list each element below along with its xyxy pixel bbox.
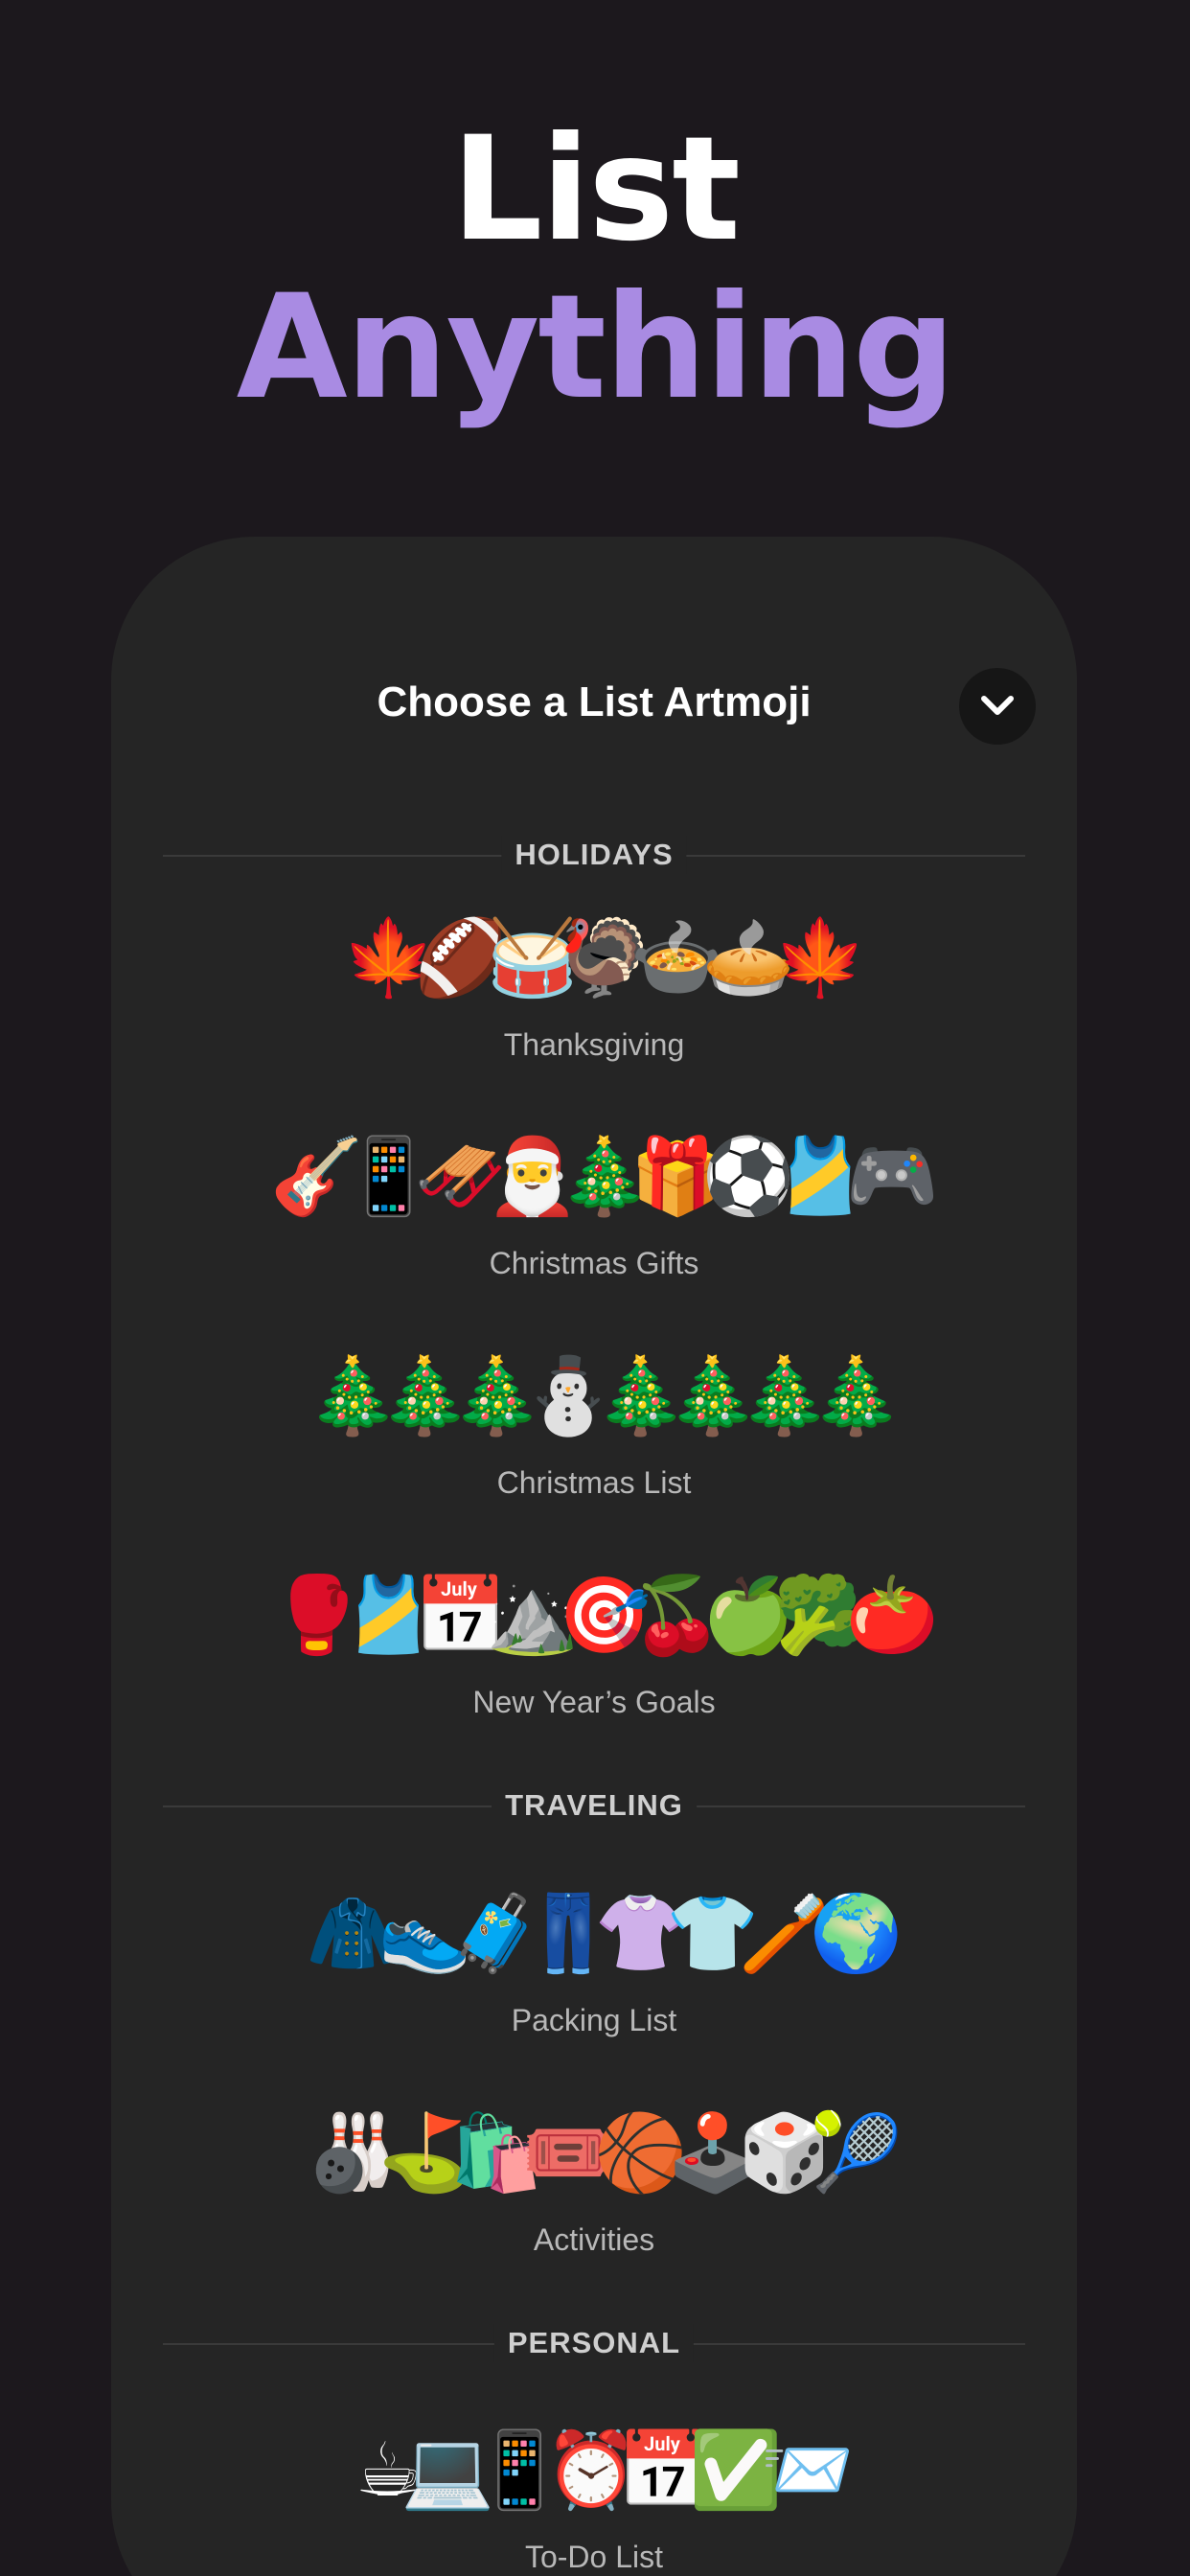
- item-label: New Year’s Goals: [472, 1685, 716, 1719]
- sheet-header: Choose a List Artmoji: [111, 537, 1077, 745]
- artmoji-packing-list: 🧥👟🧳👖👚👕🪥🌍: [306, 1891, 904, 1977]
- list-item-christmas-list[interactable]: 🎄🎄🎄⛄🎄🎄🎄🎄 Christmas List: [111, 1329, 1077, 1530]
- section-header-personal: PERSONAL: [163, 2324, 1025, 2362]
- section-title: HOLIDAYS: [501, 836, 687, 874]
- list-item-packing-list[interactable]: 🧥👟🧳👖👚👕🪥🌍 Packing List: [111, 1867, 1077, 2068]
- headline-line-2: Anything: [236, 264, 956, 431]
- artmoji-to-do-list: ☕💻📱⏰📅✅📨: [355, 2427, 855, 2514]
- headline-line-1: List: [451, 106, 741, 273]
- list-item-activities[interactable]: 🎳⛳🛍️🎟️🏀🕹️🎲🎾 Activities: [111, 2086, 1077, 2288]
- artmoji-thanksgiving: 🍁🏈🥁🦃🍲🥧🍁: [342, 915, 867, 1001]
- item-label: Activities: [533, 2222, 655, 2257]
- section-title: PERSONAL: [493, 2324, 695, 2362]
- headline: List Anything: [0, 113, 1190, 429]
- section-title: TRAVELING: [492, 1786, 697, 1825]
- artmoji-christmas-gifts: 🎸📱🛷🎅🎄🎁⚽🎽🎮: [269, 1134, 939, 1220]
- list-item-to-do-list[interactable]: ☕💻📱⏰📅✅📨 To-Do List: [111, 2404, 1077, 2576]
- artmoji-new-years-goals: 🥊🎽📅⛰️🎯🍒🍏🥦🍅: [269, 1573, 939, 1659]
- artmoji-activities: 🎳⛳🛍️🎟️🏀🕹️🎲🎾: [306, 2110, 904, 2196]
- section-header-traveling: TRAVELING: [163, 1786, 1025, 1825]
- sheet-title: Choose a List Artmoji: [377, 678, 812, 725]
- close-sheet-button[interactable]: [959, 668, 1036, 745]
- list-item-thanksgiving[interactable]: 🍁🏈🥁🦃🍲🥧🍁 Thanksgiving: [111, 891, 1077, 1092]
- artmoji-christmas-list: 🎄🎄🎄⛄🎄🎄🎄🎄: [306, 1353, 904, 1439]
- item-label: Packing List: [511, 2003, 677, 2037]
- list-item-new-years-goals[interactable]: 🥊🎽📅⛰️🎯🍒🍏🥦🍅 New Year’s Goals: [111, 1549, 1077, 1750]
- section-header-holidays: HOLIDAYS: [163, 836, 1025, 874]
- artmoji-picker-sheet: Choose a List Artmoji HOLIDAYS 🍁🏈🥁🦃🍲🥧🍁 T…: [111, 537, 1077, 2576]
- list-item-christmas-gifts[interactable]: 🎸📱🛷🎅🎄🎁⚽🎽🎮 Christmas Gifts: [111, 1110, 1077, 1311]
- item-label: Christmas List: [496, 1465, 692, 1500]
- chevron-down-icon: [981, 696, 1014, 715]
- item-label: To-Do List: [524, 2540, 664, 2574]
- item-label: Christmas Gifts: [489, 1246, 699, 1280]
- item-label: Thanksgiving: [503, 1027, 685, 1062]
